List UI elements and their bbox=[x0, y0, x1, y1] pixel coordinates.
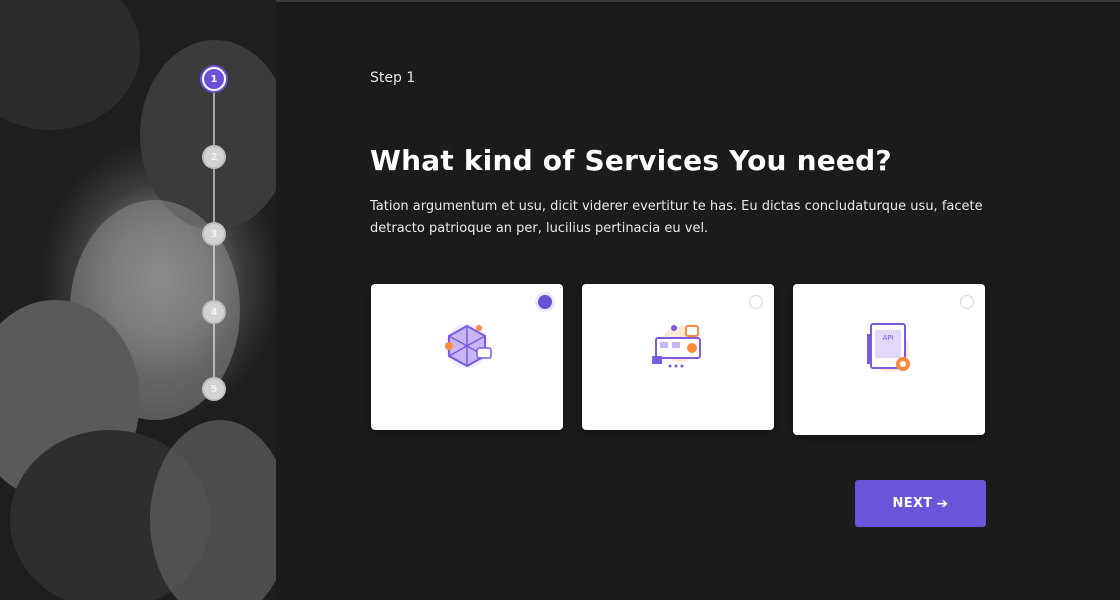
next-button[interactable]: NEXT ➔ bbox=[855, 480, 986, 527]
arrow-right-icon: ➔ bbox=[936, 495, 949, 512]
next-button-label: NEXT bbox=[892, 496, 933, 511]
step-label: Step 1 bbox=[370, 70, 416, 86]
page-title: What kind of Services You need? bbox=[370, 144, 892, 177]
service-option-card-1[interactable] bbox=[371, 284, 563, 430]
step-indicator: 1 2 3 4 5 bbox=[198, 64, 230, 404]
svg-text:API: API bbox=[882, 334, 893, 342]
step-1[interactable]: 1 bbox=[202, 67, 226, 91]
step-2[interactable]: 2 bbox=[202, 145, 226, 169]
hero-photo: 1 2 3 4 5 bbox=[0, 0, 276, 600]
step-3[interactable]: 3 bbox=[202, 222, 226, 246]
dashboard-settings-icon bbox=[652, 325, 701, 368]
option-radio[interactable] bbox=[749, 295, 763, 309]
api-gear-icon: API bbox=[867, 323, 910, 372]
step-4[interactable]: 4 bbox=[202, 300, 226, 324]
network-cube-icon bbox=[445, 324, 492, 368]
step-5[interactable]: 5 bbox=[202, 377, 226, 401]
service-option-card-3[interactable]: API bbox=[793, 284, 985, 435]
option-radio[interactable] bbox=[960, 295, 974, 309]
option-radio-selected[interactable] bbox=[538, 295, 552, 309]
service-option-card-2[interactable] bbox=[582, 284, 774, 430]
page-description: Tation argumentum et usu, dicit viderer … bbox=[370, 199, 983, 236]
